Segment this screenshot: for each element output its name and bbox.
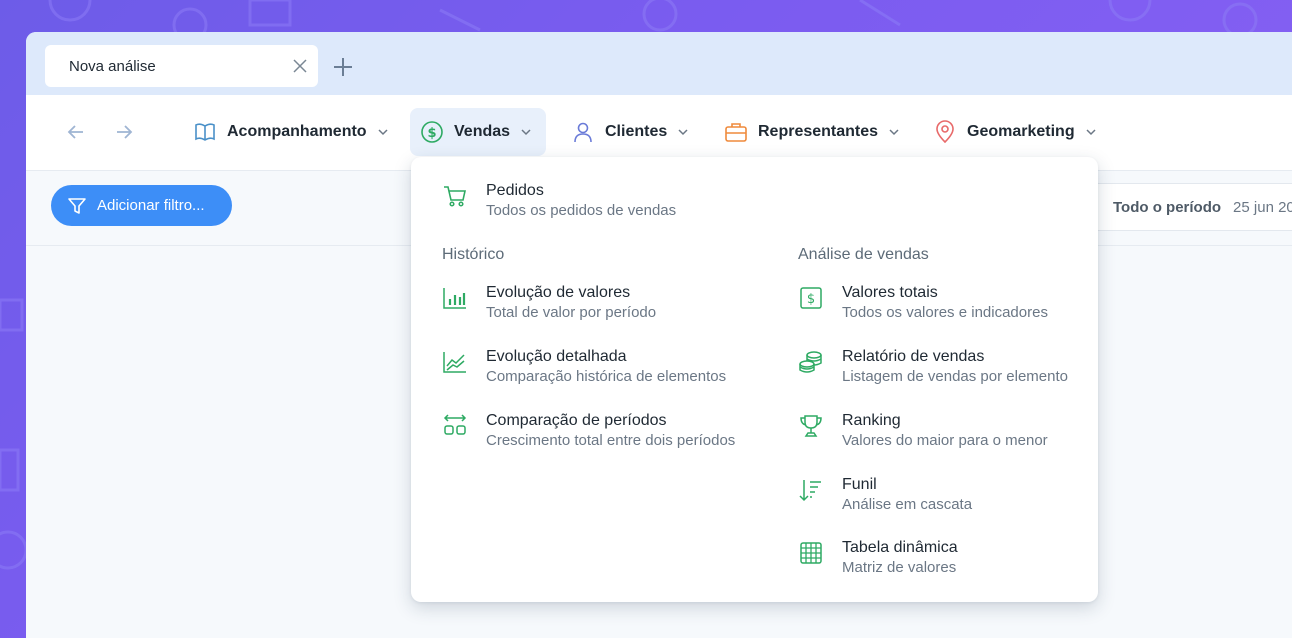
menu-item-title: Ranking bbox=[842, 412, 901, 429]
arrow-right-icon[interactable] bbox=[114, 122, 134, 142]
dollar-circle-icon: $ bbox=[421, 121, 443, 143]
tab-nova-analise[interactable]: Nova análise bbox=[45, 45, 318, 87]
menu-item-funil[interactable]: Funil Análise em cascata bbox=[798, 475, 972, 515]
chevron-down-icon bbox=[521, 129, 531, 136]
add-filter-button[interactable]: Adicionar filtro... bbox=[51, 185, 232, 226]
menu-item-subtitle: Valores do maior para o menor bbox=[842, 432, 1048, 449]
bar-chart-icon bbox=[443, 288, 466, 309]
dollar-square-icon: $ bbox=[800, 287, 822, 309]
menu-item-evolucao-detalhada[interactable]: Evolução detalhada Comparação histórica … bbox=[442, 347, 726, 387]
chevron-down-icon bbox=[378, 129, 388, 136]
menu-item-subtitle: Comparação histórica de elementos bbox=[486, 368, 727, 385]
chevron-down-icon bbox=[678, 129, 688, 136]
close-icon[interactable] bbox=[292, 58, 308, 74]
menu-item-title: Relatório de vendas bbox=[842, 348, 985, 365]
menu-item-evolucao-valores[interactable]: Evolução de valores Total de valor por p… bbox=[442, 283, 656, 323]
arrow-left-icon[interactable] bbox=[66, 122, 86, 142]
menu-item-ranking[interactable]: Ranking Valores do maior para o menor bbox=[798, 411, 1048, 451]
book-icon bbox=[195, 123, 215, 141]
line-chart-icon bbox=[443, 352, 466, 373]
compare-arrows-icon bbox=[443, 414, 467, 435]
plus-icon[interactable] bbox=[332, 56, 354, 78]
menu-item-subtitle: Análise em cascata bbox=[842, 496, 973, 513]
period-date: 25 jun 202 bbox=[1233, 198, 1292, 216]
nav-item-label: Clientes bbox=[605, 123, 668, 140]
grid-table-icon bbox=[800, 542, 822, 564]
nav-item-acompanhamento[interactable]: Acompanhamento bbox=[183, 108, 399, 156]
menu-item-subtitle: Listagem de vendas por elemento bbox=[842, 368, 1068, 385]
menu-item-subtitle: Total de valor por período bbox=[486, 304, 657, 321]
vendas-dropdown-menu: Pedidos Todos os pedidos de vendas Histó… bbox=[411, 157, 1098, 602]
menu-item-title: Valores totais bbox=[842, 284, 938, 301]
nav-item-vendas[interactable]: $ Vendas bbox=[410, 108, 546, 156]
menu-item-comparacao-periodos[interactable]: Comparação de períodos Crescimento total… bbox=[442, 411, 735, 451]
coins-icon bbox=[799, 351, 822, 373]
menu-item-subtitle: Matriz de valores bbox=[842, 559, 957, 576]
nav-item-label: Representantes bbox=[758, 123, 879, 140]
map-pin-icon bbox=[936, 120, 954, 144]
menu-item-pedidos[interactable]: Pedidos Todos os pedidos de vendas bbox=[442, 181, 676, 221]
nav-item-clientes[interactable]: Clientes bbox=[561, 108, 699, 156]
trophy-icon bbox=[800, 415, 822, 437]
menu-item-title: Funil bbox=[842, 476, 877, 493]
tab-title: Nova análise bbox=[69, 57, 156, 75]
period-label: Todo o período bbox=[1113, 198, 1222, 216]
menu-item-title: Comparação de períodos bbox=[486, 412, 667, 429]
section-heading-historico: Histórico bbox=[442, 246, 505, 263]
filter-icon bbox=[68, 197, 86, 214]
menu-item-subtitle: Todos os pedidos de vendas bbox=[486, 202, 677, 219]
svg-text:$: $ bbox=[807, 292, 815, 307]
svg-text:$: $ bbox=[427, 126, 436, 141]
menu-item-title: Evolução de valores bbox=[486, 284, 631, 301]
chevron-down-icon bbox=[1086, 129, 1096, 136]
menu-item-valores-totais[interactable]: $ Valores totais Todos os valores e indi… bbox=[798, 283, 1048, 323]
add-filter-label: Adicionar filtro... bbox=[97, 197, 205, 214]
menu-item-title: Tabela dinâmica bbox=[842, 539, 958, 556]
nav-item-label: Geomarketing bbox=[967, 123, 1075, 140]
sort-descending-icon bbox=[799, 480, 821, 502]
chevron-down-icon bbox=[889, 129, 899, 136]
menu-item-relatorio-vendas[interactable]: Relatório de vendas Listagem de vendas p… bbox=[798, 347, 1068, 387]
menu-item-title: Evolução detalhada bbox=[486, 348, 627, 365]
nav-item-label: Acompanhamento bbox=[227, 123, 367, 140]
menu-item-subtitle: Crescimento total entre dois períodos bbox=[486, 432, 736, 449]
person-icon bbox=[574, 122, 592, 143]
menu-item-tabela-dinamica[interactable]: Tabela dinâmica Matriz de valores bbox=[798, 538, 958, 578]
nav-item-representantes[interactable]: Representantes bbox=[714, 108, 910, 156]
menu-item-title: Pedidos bbox=[486, 182, 544, 199]
briefcase-icon bbox=[725, 123, 747, 142]
section-heading-analise: Análise de vendas bbox=[798, 246, 929, 263]
menu-item-subtitle: Todos os valores e indicadores bbox=[842, 304, 1048, 321]
tab-bar: Nova análise bbox=[26, 32, 1292, 95]
shopping-cart-icon bbox=[444, 186, 466, 207]
nav-item-label: Vendas bbox=[454, 123, 511, 140]
nav-item-geomarketing[interactable]: Geomarketing bbox=[923, 108, 1107, 156]
period-selector[interactable]: Todo o período 25 jun 202 bbox=[1086, 183, 1292, 231]
